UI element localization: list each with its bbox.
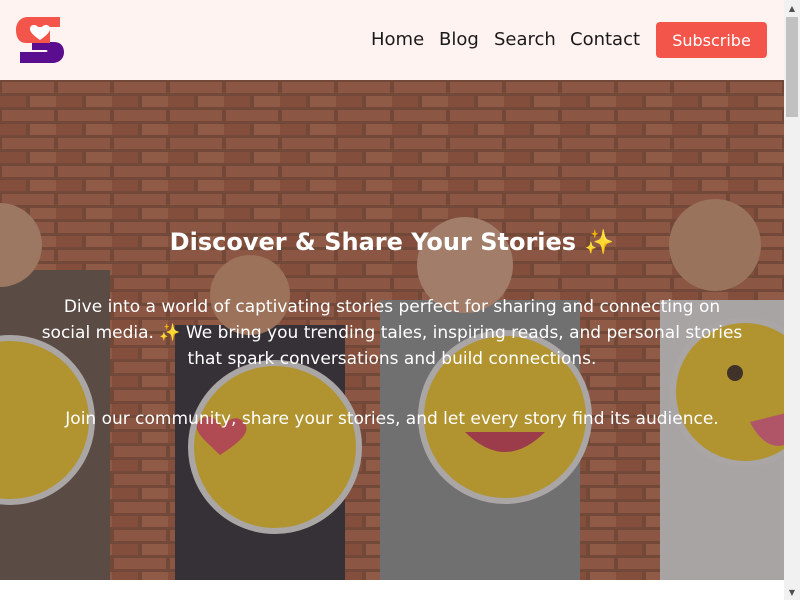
- hero-description-line: that spark conversations and build conne…: [187, 349, 597, 369]
- site-header: Home Blog Search Contact Subscribe: [0, 0, 784, 80]
- heart-s-logo-icon[interactable]: [16, 17, 64, 63]
- hero-title: Discover & Share Your Stories ✨: [169, 228, 615, 256]
- hero-description: Dive into a world of captivating stories…: [30, 294, 754, 372]
- page-scrollbar[interactable]: ▲ ▼: [784, 0, 800, 600]
- nav-link-blog[interactable]: Blog: [439, 29, 479, 50]
- hero-join-text: Join our community, share your stories, …: [65, 409, 719, 429]
- scrollbar-thumb[interactable]: [786, 17, 798, 117]
- nav-link-search[interactable]: Search: [494, 29, 556, 50]
- nav-link-contact[interactable]: Contact: [570, 29, 640, 50]
- subscribe-button[interactable]: Subscribe: [656, 22, 767, 58]
- scroll-down-arrow-icon[interactable]: ▼: [784, 584, 800, 600]
- hero-description-line: Dive into a world of captivating stories…: [63, 297, 721, 317]
- nav-link-home[interactable]: Home: [371, 29, 424, 50]
- hero-section: Discover & Share Your Stories ✨ Dive int…: [0, 80, 784, 580]
- scroll-up-arrow-icon[interactable]: ▲: [784, 0, 800, 16]
- hero-description-line: social media. ✨ We bring you trending ta…: [41, 323, 743, 343]
